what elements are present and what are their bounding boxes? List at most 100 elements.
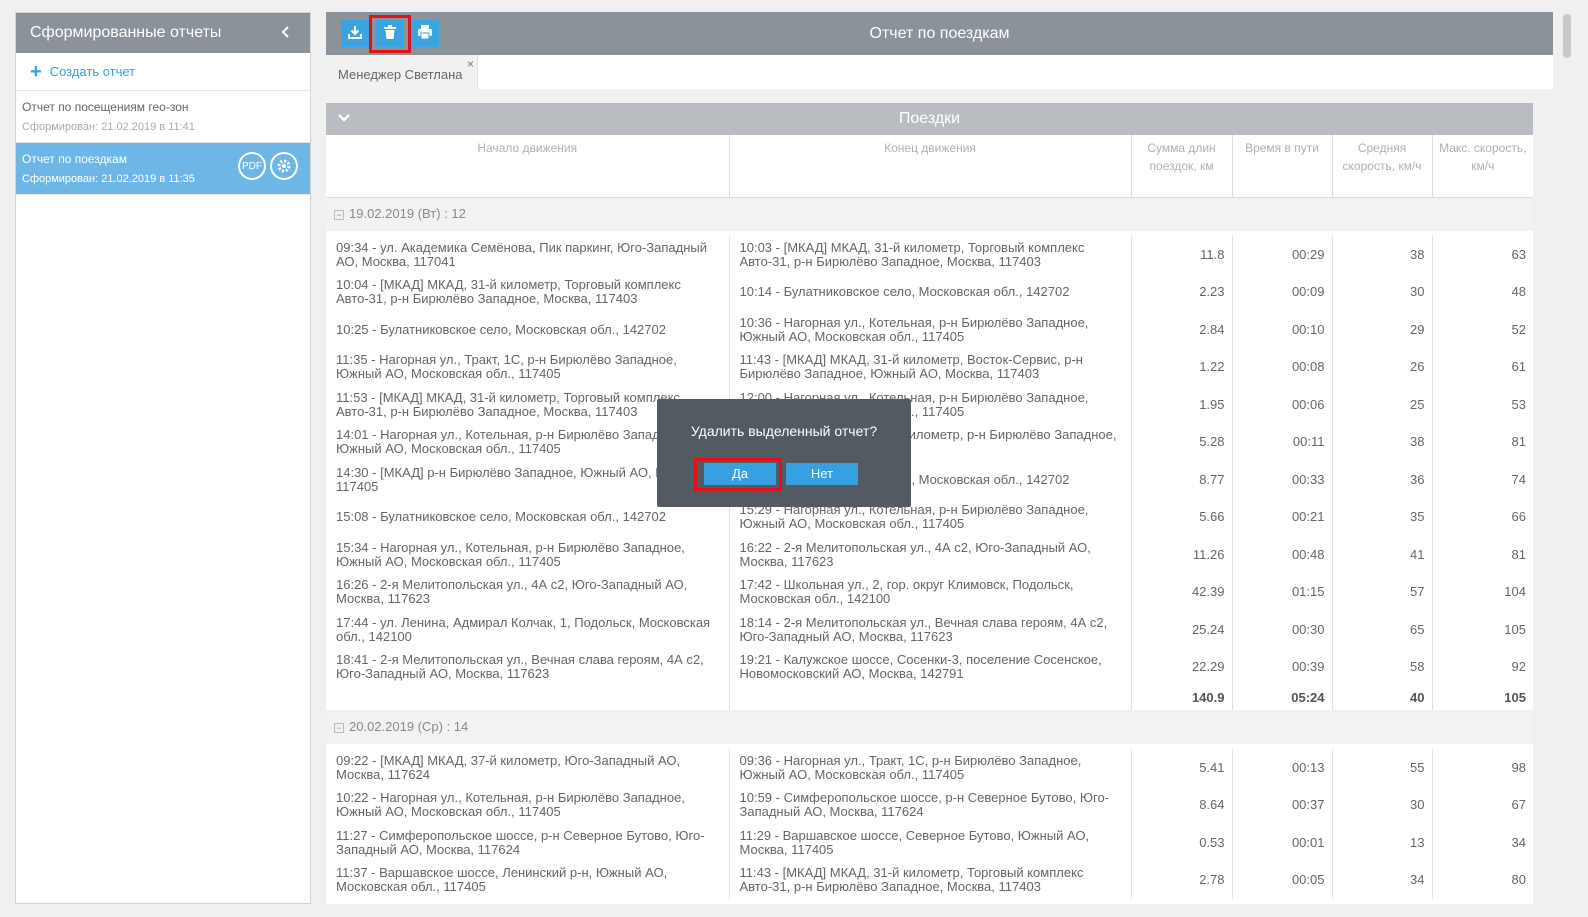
table-cell: 52 xyxy=(1511,321,1526,337)
trips-section-title: Поездки xyxy=(898,110,961,127)
report-item-title: Отчет по посещениям гео-зон xyxy=(22,100,189,114)
table-row[interactable]: 14:01 - Нагорная ул., Котельная, р-н Бир… xyxy=(326,423,1533,461)
table-row[interactable]: 11:53 - [МКАД] МКАД, 31-й километр, Торг… xyxy=(326,386,1533,424)
table-row[interactable]: 16:26 - 2-я Мелитопольская ул., 4А с2, Ю… xyxy=(326,573,1533,611)
table-cell: 29 xyxy=(1332,311,1433,349)
table-row[interactable]: 14:30 - [МКАД] р-н Бирюлёво Западное, Юж… xyxy=(326,461,1533,499)
table-row[interactable]: 11:27 - Симферопольское шоссе, р-н Север… xyxy=(326,824,1533,862)
total-cell: 40 xyxy=(1332,686,1433,710)
table-cell: 00:13 xyxy=(1232,749,1333,787)
column-header[interactable]: Время в пути xyxy=(1232,135,1333,198)
pdf-label: PDF xyxy=(242,160,262,172)
collapse-group-icon[interactable]: − xyxy=(334,722,344,733)
trips-table: Начало движения Конец движения Сумма дли… xyxy=(326,135,1533,899)
pdf-icon[interactable]: PDF xyxy=(238,152,266,180)
table-cell: 00:09 xyxy=(1232,273,1333,311)
table-cell: 00:29 xyxy=(1232,236,1333,274)
table-cell: 74 xyxy=(1511,471,1526,487)
sidebar-header: Сформированные отчеты xyxy=(16,13,310,53)
table-cell: 11:35 - Нагорная ул., Тракт, 1С, р-н Бир… xyxy=(326,348,730,386)
table-cell: 10:36 - Нагорная ул., Котельная, р-н Бир… xyxy=(729,311,1132,349)
table-cell: 41 xyxy=(1332,536,1433,574)
table-cell: 10:04 - [МКАД] МКАД, 31-й километр, Торг… xyxy=(326,273,730,311)
group-row[interactable]: −19.02.2019 (Вт) : 12 xyxy=(326,197,1533,231)
report-title: Отчет по поездкам xyxy=(869,25,1010,42)
table-cell: 11:43 - [МКАД] МКАД, 31-й километр, Вост… xyxy=(729,348,1132,386)
table-cell: 67 xyxy=(1511,797,1526,813)
table-cell: 81 xyxy=(1511,546,1526,562)
tabs-row: Менеджер Светлана × xyxy=(326,55,1553,89)
reports-sidebar: Сформированные отчеты + Создать отчет От… xyxy=(15,12,311,904)
column-header[interactable]: Конец движения xyxy=(729,135,1132,198)
table-cell: 13 xyxy=(1332,824,1433,862)
table-cell: 00:39 xyxy=(1232,648,1333,686)
download-button[interactable] xyxy=(341,20,369,47)
table-cell: 10:22 - Нагорная ул., Котельная, р-н Бир… xyxy=(326,786,730,824)
print-button[interactable] xyxy=(411,20,439,47)
table-row[interactable]: 11:35 - Нагорная ул., Тракт, 1С, р-н Бир… xyxy=(326,348,1533,386)
collapse-group-icon[interactable]: − xyxy=(334,209,344,220)
group-cell: −19.02.2019 (Вт) : 12 xyxy=(326,197,1533,231)
table-row[interactable]: 15:08 - Булатниковское село, Московская … xyxy=(326,498,1533,536)
table-cell: 0.53 xyxy=(1131,824,1233,862)
table-cell: 8.64 xyxy=(1131,786,1233,824)
table-cell: 19:21 - Калужское шоссе, Сосенки-3, посе… xyxy=(729,648,1132,686)
table-row[interactable]: 10:04 - [МКАД] МКАД, 31-й километр, Торг… xyxy=(326,273,1533,311)
table-cell: 65 xyxy=(1332,611,1433,649)
column-header[interactable]: Сумма длин поездок, км xyxy=(1131,135,1233,198)
create-report-button[interactable]: + Создать отчет xyxy=(16,53,310,91)
table-cell: 11:37 - Варшавское шоссе, Ленинский р-н,… xyxy=(326,861,730,899)
table-cell: 11.8 xyxy=(1131,236,1233,274)
table-cell: 38 xyxy=(1332,236,1433,274)
table-cell: 26 xyxy=(1332,348,1433,386)
table-row[interactable]: 18:41 - 2-я Мелитопольская ул., Вечная с… xyxy=(326,648,1533,686)
table-cell: 17:44 - ул. Ленина, Адмирал Колчак, 1, П… xyxy=(326,611,730,649)
table-cell: 5.28 xyxy=(1131,423,1233,461)
tab-label: Менеджер Светлана xyxy=(338,67,463,82)
page-scrollbar[interactable] xyxy=(1561,12,1573,904)
table-cell: 01:15 xyxy=(1232,573,1333,611)
gear-icon[interactable] xyxy=(270,152,298,180)
table-cell: 00:10 xyxy=(1232,311,1333,349)
table-cell: 10:25 - Булатниковское село, Московская … xyxy=(326,311,730,349)
chevron-left-icon[interactable] xyxy=(276,23,296,43)
table-row[interactable]: 11:37 - Варшавское шоссе, Ленинский р-н,… xyxy=(326,861,1533,899)
table-cell: 11:29 - Варшавское шоссе, Северное Бутов… xyxy=(729,824,1132,862)
table-row[interactable]: 09:34 - ул. Академика Семёнова, Пик парк… xyxy=(326,236,1533,274)
print-icon xyxy=(417,24,433,43)
table-cell: 42.39 xyxy=(1131,573,1233,611)
table-row[interactable]: 10:25 - Булатниковское село, Московская … xyxy=(326,311,1533,349)
report-item-geozones[interactable]: Отчет по посещениям гео-зон Сформирован:… xyxy=(16,91,310,143)
table-cell: 22.29 xyxy=(1131,648,1233,686)
table-cell: 57 xyxy=(1332,573,1433,611)
sidebar-title: Сформированные отчеты xyxy=(30,24,222,41)
yes-highlight-box xyxy=(694,458,782,491)
close-icon[interactable]: × xyxy=(467,57,474,71)
no-button[interactable]: Нет xyxy=(786,463,858,485)
table-cell: 16:26 - 2-я Мелитопольская ул., 4А с2, Ю… xyxy=(326,573,730,611)
scrollbar-thumb[interactable] xyxy=(1563,14,1571,58)
table-cell: 10:03 - [МКАД] МКАД, 31-й километр, Торг… xyxy=(729,236,1132,274)
report-item-trips[interactable]: Отчет по поездкам Сформирован: 21.02.201… xyxy=(16,143,310,195)
column-header[interactable]: Макс. скорость, км/ч xyxy=(1432,135,1533,198)
table-row[interactable]: 17:44 - ул. Ленина, Адмирал Колчак, 1, П… xyxy=(326,611,1533,649)
table-cell: 18:14 - 2-я Мелитопольская ул., Вечная с… xyxy=(729,611,1132,649)
table-cell: 36 xyxy=(1332,461,1433,499)
column-header[interactable]: Средняя скорость, км/ч xyxy=(1332,135,1433,198)
dialog-question: Удалить выделенный отчет? xyxy=(690,423,878,439)
chevron-down-icon[interactable] xyxy=(337,103,351,135)
group-row[interactable]: −20.02.2019 (Ср) : 14 xyxy=(326,710,1533,744)
table-cell: 00:06 xyxy=(1232,386,1333,424)
table-row[interactable]: 09:22 - [МКАД] МКАД, 37-й километр, Юго-… xyxy=(326,749,1533,787)
table-cell: 98 xyxy=(1511,759,1526,775)
group-label: 19.02.2019 (Вт) : 12 xyxy=(349,206,466,222)
trips-section-header: Поездки xyxy=(326,103,1533,135)
tab-manager-svetlana[interactable]: Менеджер Светлана × xyxy=(326,55,478,89)
table-cell: 10:14 - Булатниковское село, Московская … xyxy=(729,273,1132,311)
table-row[interactable]: 15:34 - Нагорная ул., Котельная, р-н Бир… xyxy=(326,536,1533,574)
table-cell: 09:34 - ул. Академика Семёнова, Пик парк… xyxy=(326,236,730,274)
table-cell: 00:01 xyxy=(1232,824,1333,862)
table-cell: 53 xyxy=(1511,396,1526,412)
column-header[interactable]: Начало движения xyxy=(326,135,730,198)
table-row[interactable]: 10:22 - Нагорная ул., Котельная, р-н Бир… xyxy=(326,786,1533,824)
